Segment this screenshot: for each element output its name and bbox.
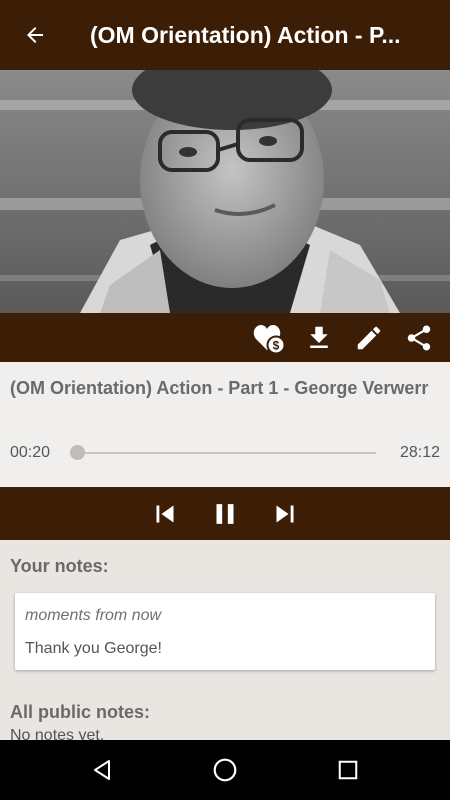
note-timestamp: moments from now xyxy=(25,607,162,624)
current-time: 00:20 xyxy=(10,444,51,461)
arrow-left-icon xyxy=(27,27,43,43)
skip-next-icon xyxy=(276,505,294,522)
speaker-photo xyxy=(0,70,450,313)
next-button[interactable] xyxy=(267,494,303,534)
top-app-bar: (OM Orientation) Action - P... xyxy=(0,0,450,70)
triangle-back-icon xyxy=(93,760,110,780)
donate-button[interactable]: $ xyxy=(244,313,294,362)
download-button[interactable] xyxy=(294,313,344,362)
note-text: Thank you George! xyxy=(25,640,162,657)
your-notes-heading: Your notes: xyxy=(10,556,109,576)
total-time: 28:12 xyxy=(399,444,440,461)
share-icon xyxy=(407,325,431,350)
back-button[interactable] xyxy=(0,0,70,70)
public-notes-empty: No notes yet. xyxy=(10,727,105,740)
nav-recents-button[interactable] xyxy=(318,740,378,800)
track-info-panel: (OM Orientation) Action - Part 1 - Georg… xyxy=(0,362,450,487)
track-title: (OM Orientation) Action - Part 1 - Georg… xyxy=(10,378,429,398)
share-button[interactable] xyxy=(394,313,444,362)
previous-button[interactable] xyxy=(147,494,183,534)
edit-button[interactable] xyxy=(344,313,394,362)
svg-text:$: $ xyxy=(273,338,280,352)
download-icon xyxy=(310,326,328,348)
public-notes-heading: All public notes: xyxy=(10,702,151,722)
page-title: (OM Orientation) Action - P... xyxy=(90,21,401,48)
seek-thumb[interactable] xyxy=(70,445,85,460)
note-card[interactable]: moments from now Thank you George! xyxy=(15,593,435,670)
edit-pencil-icon xyxy=(357,326,381,349)
nav-back-button[interactable] xyxy=(72,740,132,800)
donate-heart-icon: $ xyxy=(253,324,286,354)
square-recents-icon xyxy=(339,760,358,780)
system-nav-bar xyxy=(0,740,450,800)
player-controls xyxy=(0,487,450,540)
app-screen: (OM Orientation) Action - P... $ (OM Ori… xyxy=(0,0,450,800)
notes-section: Your notes: moments from now Thank you G… xyxy=(0,540,450,740)
pause-button[interactable] xyxy=(207,494,243,534)
pause-icon xyxy=(216,503,234,524)
portrait-image xyxy=(0,70,450,313)
circle-home-icon xyxy=(213,758,237,782)
nav-home-button[interactable] xyxy=(195,740,255,800)
seek-bar[interactable] xyxy=(70,452,376,454)
media-action-bar: $ xyxy=(0,313,450,362)
skip-previous-icon xyxy=(156,505,174,522)
